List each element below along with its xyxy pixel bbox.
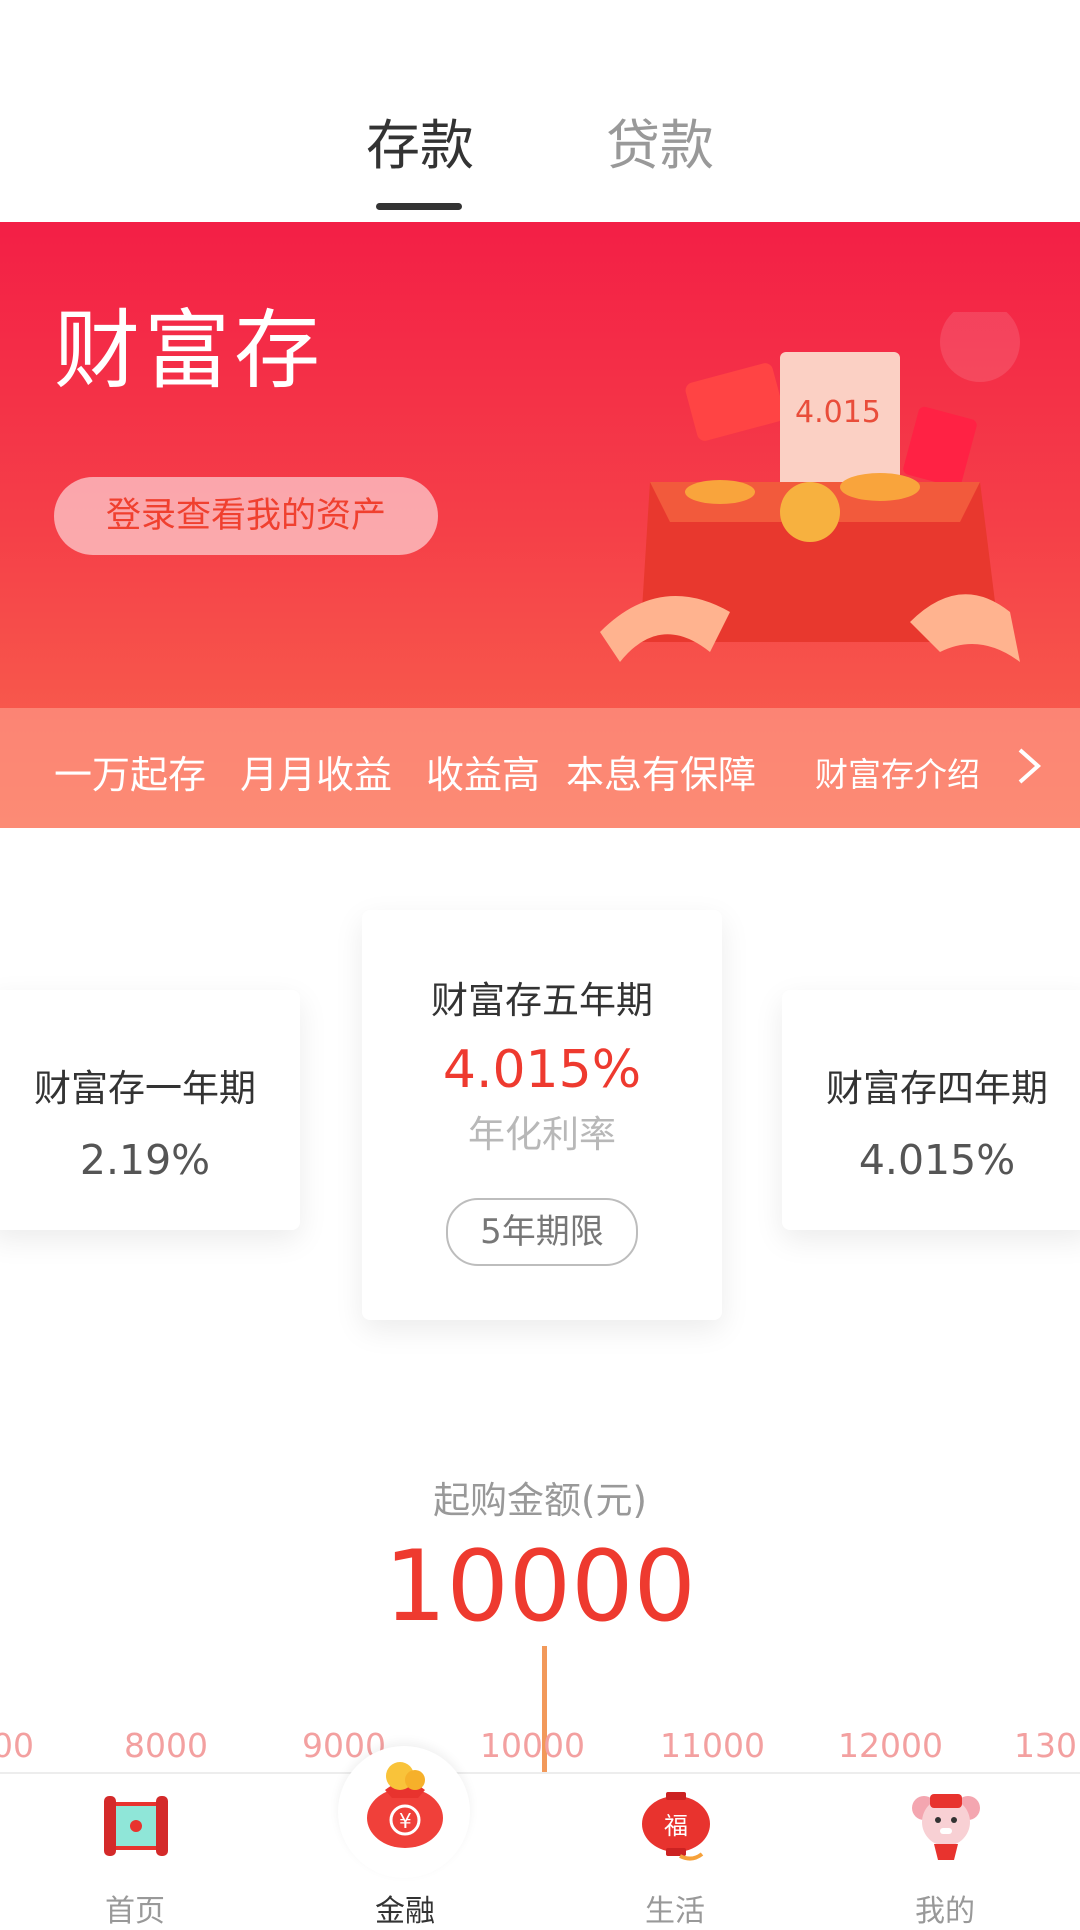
ruler-tick-label: 11000 [660,1726,765,1765]
tab-deposit[interactable]: 存款 [366,108,474,184]
bottom-nav: 首页 ¥ 金融 福 生活 我的 [0,1746,1080,1929]
product-rate: 2.19% [79,1136,211,1184]
product-rate: 4.015% [442,1040,642,1100]
feature-item: 本息有保障 [566,753,757,797]
min-purchase-label: 起购金额(元) [433,1479,647,1522]
svg-text:福: 福 [664,1812,688,1840]
ruler-tick-label: 8000 [124,1726,208,1765]
nav-item-finance[interactable]: ¥ 金融 [270,1746,540,1929]
feature-item: 一万起存 [54,753,207,797]
product-card-4year[interactable]: 财富存四年期 4.015% [782,990,1080,1230]
rate-label: 年化利率 [468,1113,616,1156]
tab-loan[interactable]: 贷款 [606,108,714,184]
product-card-1year[interactable]: 财富存一年期 2.19% [0,990,300,1230]
ruler-tick-label: 130 [1014,1726,1077,1765]
product-rate: 4.015% [858,1136,1016,1184]
scroll-lantern-icon [104,1796,168,1856]
nav-label: 我的 [915,1894,975,1929]
feature-item: 月月收益 [240,753,393,797]
mouse-mascot-icon [912,1794,980,1860]
ruler-tick-label: 10000 [480,1726,585,1765]
term-badge: 5年期限 [446,1198,638,1266]
feature-item: 收益高 [426,753,541,797]
nav-item-mine[interactable]: 我的 [810,1774,1080,1929]
login-view-assets-button[interactable]: 登录查看我的资产 [54,477,438,555]
ruler-tick-label: 12000 [838,1726,943,1765]
chevron-right-icon[interactable] [1010,744,1046,788]
nav-label: 生活 [645,1894,705,1929]
nav-item-home[interactable]: 首页 [0,1774,270,1929]
nav-label: 金融 [375,1894,435,1929]
gift-box-illustration: 4.015 [600,312,1020,662]
product-name: 财富存四年期 [826,1067,1048,1110]
min-purchase-value: 10000 [384,1530,696,1644]
feature-strip: 一万起存 月月收益 收益高 本息有保障 财富存介绍 [0,708,1080,828]
svg-text:¥: ¥ [399,1809,412,1833]
illustration-rate-text: 4.015 [795,395,881,430]
nav-item-life[interactable]: 福 生活 [540,1774,810,1929]
ruler-tick-label: 00 [0,1726,34,1765]
banner-title: 财富存 [54,301,324,401]
lantern-icon: 福 [642,1792,710,1861]
product-name: 财富存一年期 [34,1067,256,1110]
product-intro-link[interactable]: 财富存介绍 [815,748,980,796]
nav-label: 首页 [105,1894,165,1929]
active-tab-indicator [376,203,462,210]
top-tab-bar: 存款 贷款 [0,0,1080,222]
product-card-5year-selected[interactable]: 财富存五年期 4.015% 年化利率 5年期限 [362,910,722,1320]
product-banner: 财富存 登录查看我的资产 4.015 一万起存 月月收益 收益高 本息有保障 财… [0,222,1080,828]
money-bag-icon: ¥ [367,1762,443,1848]
product-name: 财富存五年期 [431,979,653,1022]
